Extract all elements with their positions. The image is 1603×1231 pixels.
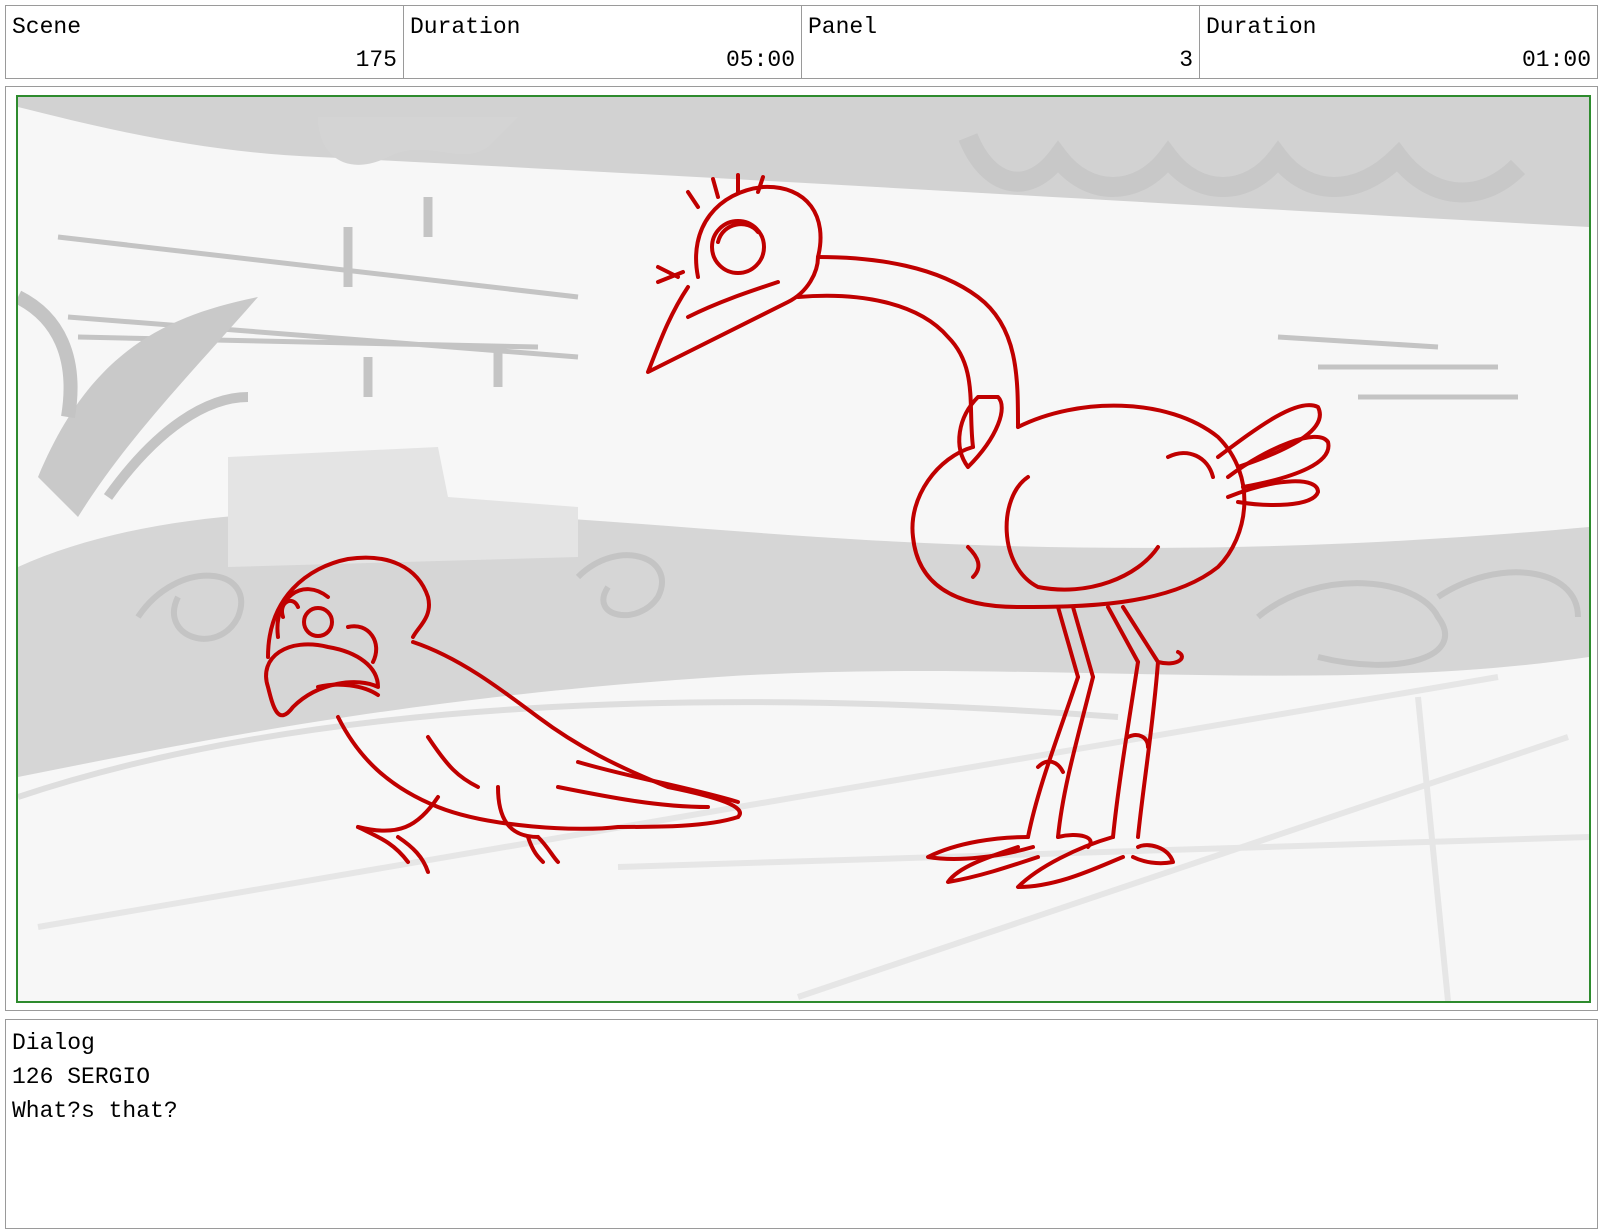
dialog-line: What?s that? [12,1098,178,1124]
scene-cell: Scene 175 [6,6,404,78]
scene-duration-label: Duration [410,14,521,40]
panel-duration-label: Duration [1206,14,1317,40]
panel-label: Panel [808,14,878,40]
panel-duration-cell: Duration 01:00 [1200,6,1597,78]
storyboard-panel-image [16,95,1591,1003]
panel-number: 3 [1179,47,1193,73]
panel-cell: Panel 3 [802,6,1200,78]
scene-label: Scene [12,14,82,40]
dialog-label: Dialog [12,1030,95,1056]
panel-duration-value: 01:00 [1521,47,1591,73]
tall-bird-sketch [646,173,1331,889]
scene-number: 175 [355,47,397,73]
storyboard-sketch [18,97,1589,1001]
panel-info-header: Scene 175 Duration 05:00 Panel 3 Duratio… [5,5,1598,79]
background-sketch [18,97,1589,800]
dialog-box: Dialog 126 SERGIO What?s that? [5,1019,1598,1229]
scene-duration-value: 05:00 [725,47,795,73]
scene-duration-cell: Duration 05:00 [404,6,802,78]
dialog-speaker: 126 SERGIO [12,1064,151,1090]
